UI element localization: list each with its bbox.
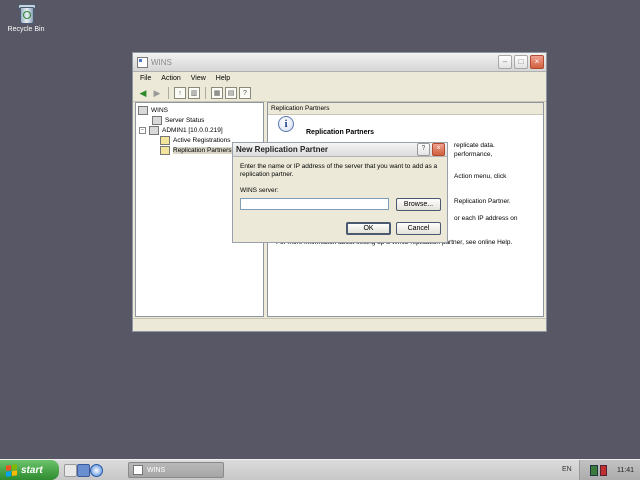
cancel-button[interactable]: Cancel [396, 222, 441, 235]
window-titlebar[interactable]: WINS – □ × [133, 53, 546, 72]
language-indicator[interactable]: EN [562, 466, 572, 473]
dialog-title: New Replication Partner [236, 145, 329, 154]
menu-view[interactable]: View [191, 75, 206, 82]
clock[interactable]: 11:41 [617, 467, 634, 474]
network-icon[interactable] [590, 464, 598, 476]
toolbar-separator [205, 87, 206, 99]
taskbar: start WINS EN 11:41 [0, 459, 640, 480]
details-text: replicate data. [454, 142, 495, 149]
tree-item-active-registrations[interactable]: Active Registrations [160, 136, 230, 145]
toolbar: ◀ ▶ ↑ ▥ ▦ ▤ ? [133, 85, 546, 102]
system-tray: 11:41 [579, 460, 640, 480]
window-title: WINS [151, 57, 172, 67]
start-button[interactable]: start [0, 460, 59, 480]
menu-help[interactable]: Help [216, 75, 230, 82]
close-button[interactable]: × [530, 55, 544, 69]
back-arrow-icon[interactable]: ◀ [137, 87, 149, 99]
taskbar-item-label: WINS [147, 466, 166, 474]
menu-bar: File Action View Help [133, 72, 546, 85]
wins-node-icon [138, 106, 148, 115]
new-replication-partner-dialog: New Replication Partner ? × Enter the na… [232, 142, 448, 243]
details-text: performance, [454, 151, 493, 158]
export-list-icon[interactable]: ▤ [225, 87, 237, 99]
menu-file[interactable]: File [140, 75, 151, 82]
recycle-bin-icon [16, 2, 36, 24]
info-icon: i [278, 116, 294, 132]
collapse-icon[interactable]: − [139, 127, 146, 134]
internet-explorer-icon[interactable] [90, 464, 103, 477]
media-player-icon[interactable] [77, 464, 90, 477]
server-status-icon [152, 116, 162, 125]
details-header: Replication Partners [268, 103, 543, 115]
windows-flag-icon [6, 463, 17, 477]
show-desktop-icon[interactable] [64, 464, 77, 477]
properties-icon[interactable]: ▦ [211, 87, 223, 99]
show-hide-tree-icon[interactable]: ▥ [188, 87, 200, 99]
ok-button[interactable]: OK [346, 222, 391, 235]
tree-item-server-status[interactable]: Server Status [152, 116, 204, 125]
wins-app-icon [137, 56, 148, 68]
dialog-help-button[interactable]: ? [417, 143, 430, 156]
menu-action[interactable]: Action [161, 75, 180, 82]
forward-arrow-icon[interactable]: ▶ [151, 87, 163, 99]
tree-item-server[interactable]: − ADMIN1 [10.0.0.219] [139, 126, 223, 135]
details-text: Replication Partner. [454, 198, 511, 205]
recycle-bin[interactable]: Recycle Bin [6, 2, 46, 33]
dialog-titlebar[interactable]: New Replication Partner ? × [233, 143, 447, 157]
browse-button[interactable]: Browse... [396, 198, 441, 211]
details-text: Action menu, click [454, 173, 507, 180]
taskbar-item-wins[interactable]: WINS [128, 462, 224, 478]
tree-item-wins[interactable]: WINS [138, 106, 168, 115]
tree-item-replication-partners[interactable]: Replication Partners [160, 146, 232, 155]
dialog-instructions: Enter the name or IP address of the serv… [240, 163, 438, 178]
wins-server-label: WINS server: [240, 187, 279, 194]
help-icon[interactable]: ? [239, 87, 251, 99]
recycle-bin-label: Recycle Bin [7, 26, 45, 33]
wins-app-icon [133, 465, 143, 475]
maximize-button[interactable]: □ [514, 55, 528, 69]
wins-server-input[interactable] [240, 198, 389, 210]
minimize-button[interactable]: – [498, 55, 512, 69]
status-bar [133, 318, 546, 331]
up-folder-icon[interactable]: ↑ [174, 87, 186, 99]
folder-icon [160, 146, 170, 155]
details-text: or each IP address on [454, 215, 518, 222]
dialog-close-button[interactable]: × [432, 143, 445, 156]
start-label: start [21, 464, 43, 476]
tray-icon[interactable] [600, 464, 607, 476]
details-title: Replication Partners [306, 129, 375, 136]
server-icon [149, 126, 159, 135]
folder-icon [160, 136, 170, 145]
toolbar-separator [168, 87, 169, 99]
